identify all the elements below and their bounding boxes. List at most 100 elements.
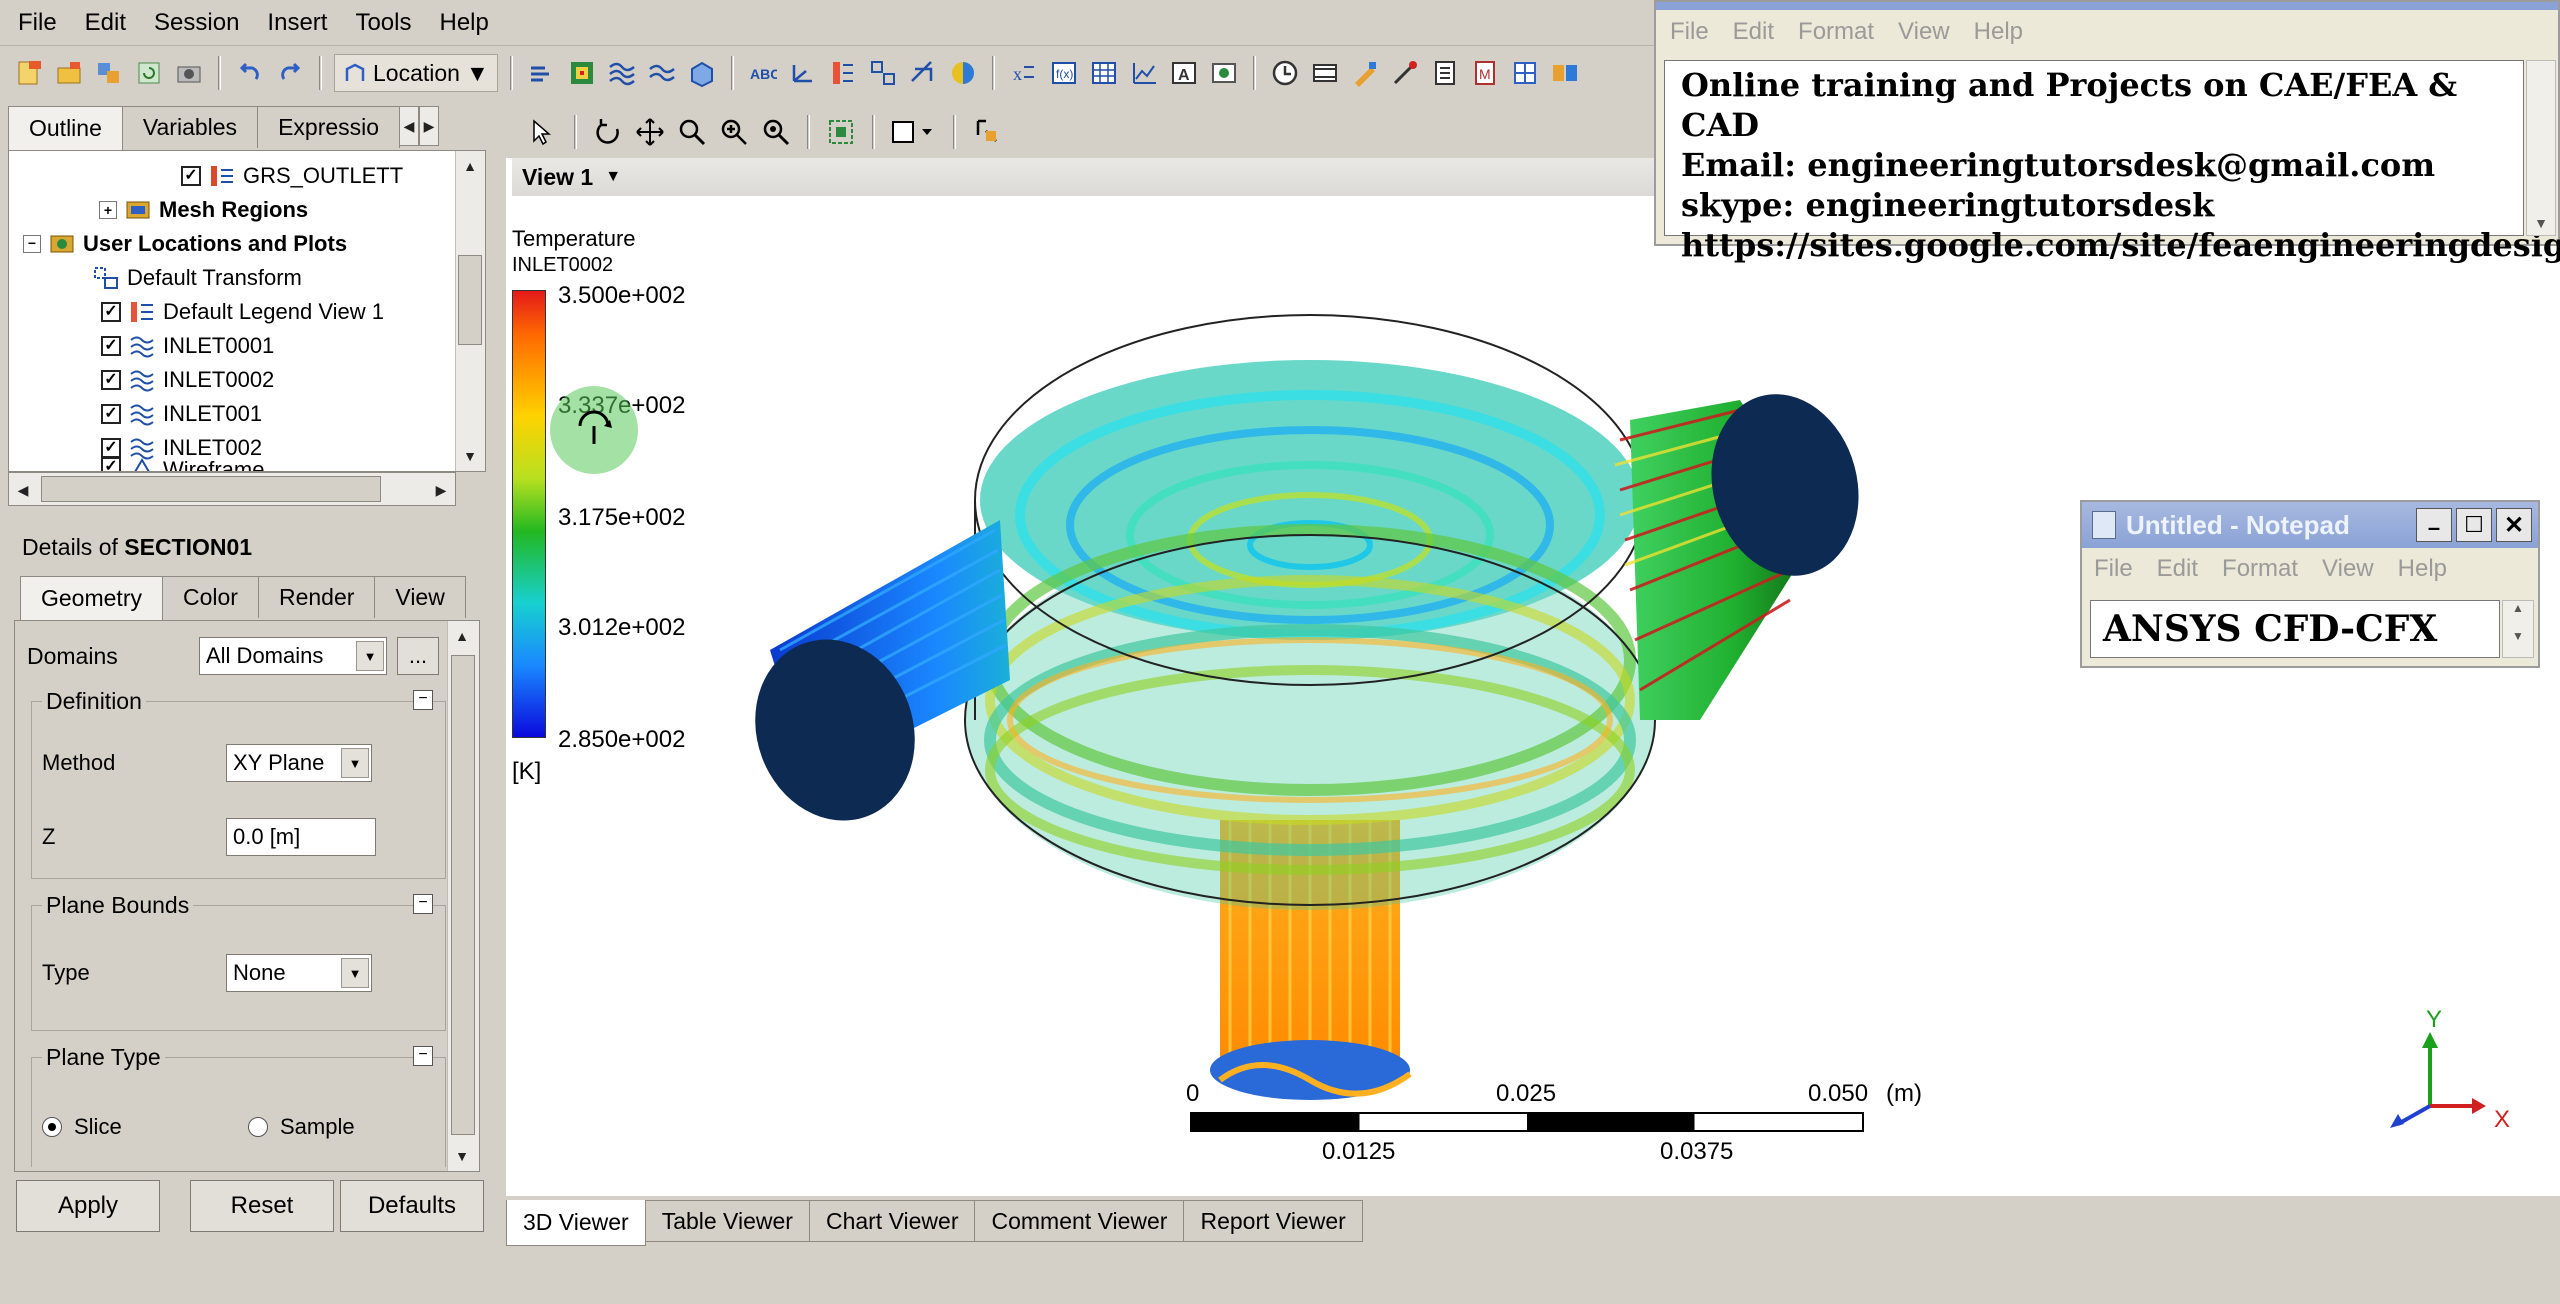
animation-icon[interactable] [1308, 56, 1342, 90]
legend-icon[interactable] [826, 56, 860, 90]
new-icon[interactable] [12, 56, 46, 90]
collapse-icon[interactable]: − [413, 690, 433, 710]
tree-item-inlet001[interactable]: ✓ INLET001 [101, 397, 262, 431]
tab-geometry[interactable]: Geometry [20, 576, 163, 620]
macro-calculator-icon[interactable]: M [1468, 56, 1502, 90]
select-icon[interactable] [526, 115, 560, 149]
type-select[interactable]: None ▼ [226, 954, 372, 992]
expand-icon[interactable]: + [99, 201, 117, 219]
scroll-left-icon[interactable]: ◀ [9, 475, 37, 505]
open-icon[interactable] [52, 56, 86, 90]
zoom-icon[interactable] [675, 115, 709, 149]
menu-file[interactable]: File [4, 9, 71, 37]
tree-item-default-transform[interactable]: Default Transform [93, 261, 302, 295]
scroll-down-icon[interactable]: ▼ [448, 1141, 476, 1171]
tab-variables[interactable]: Variables [121, 106, 259, 148]
case-comparison-icon[interactable] [1548, 56, 1582, 90]
tab-table-viewer[interactable]: Table Viewer [644, 1200, 810, 1242]
rotate-icon[interactable] [591, 115, 625, 149]
zoom-box-icon[interactable] [717, 115, 751, 149]
scroll-right-icon[interactable]: ▶ [427, 475, 455, 505]
pan-icon[interactable] [633, 115, 667, 149]
notepad-scrollbar[interactable]: ▲ ▼ [2502, 600, 2534, 658]
scroll-down-icon[interactable]: ▼ [2527, 215, 2555, 231]
checkbox[interactable]: ✓ [181, 166, 201, 186]
clip-plane-icon[interactable] [906, 56, 940, 90]
z-input[interactable]: 0.0 [m] [226, 818, 376, 856]
notepad-menu-file[interactable]: File [2082, 555, 2145, 583]
checkbox[interactable]: ✓ [101, 370, 121, 390]
maximize-button[interactable]: ☐ [2456, 508, 2492, 542]
probe-icon[interactable] [1388, 56, 1422, 90]
defaults-button[interactable]: Defaults [340, 1180, 484, 1232]
tree-item-wireframe[interactable]: ✓ Wireframe [101, 457, 264, 471]
scroll-up-icon[interactable]: ▲ [448, 621, 476, 651]
checkbox[interactable]: ✓ [101, 457, 121, 471]
tab-color[interactable]: Color [161, 576, 259, 618]
sample-radio[interactable]: Sample [248, 1114, 355, 1140]
variable-icon[interactable]: x [1007, 56, 1041, 90]
chart-icon[interactable] [1127, 56, 1161, 90]
viewport-layout-dropdown[interactable] [889, 115, 939, 149]
collapse-icon[interactable]: − [413, 1046, 433, 1066]
scroll-thumb[interactable] [41, 476, 381, 502]
tab-expressions[interactable]: Expressio [257, 106, 401, 148]
tab-chart-viewer[interactable]: Chart Viewer [808, 1200, 976, 1242]
tab-scroll-left-icon[interactable]: ◀ [399, 106, 420, 146]
highlight-icon[interactable] [824, 115, 858, 149]
tab-3d-viewer[interactable]: 3D Viewer [506, 1200, 646, 1246]
mesh-calculator-icon[interactable] [1508, 56, 1542, 90]
quick-editor-icon[interactable] [1348, 56, 1382, 90]
tree-vertical-scrollbar[interactable]: ▲ ▼ [455, 151, 485, 471]
tree-item-default-legend[interactable]: ✓ Default Legend View 1 [101, 295, 384, 329]
notepad-menu-edit[interactable]: Edit [2145, 555, 2210, 583]
method-select[interactable]: XY Plane ▼ [226, 744, 372, 782]
scroll-up-icon[interactable]: ▲ [2503, 601, 2533, 615]
detach-icon[interactable] [970, 115, 1004, 149]
collapse-icon[interactable]: − [23, 235, 41, 253]
scroll-thumb[interactable] [458, 255, 482, 345]
tab-render[interactable]: Render [257, 576, 376, 618]
function-calculator-icon[interactable] [1428, 56, 1462, 90]
collapse-icon[interactable]: − [413, 894, 433, 914]
screenshot-icon[interactable] [172, 56, 206, 90]
menu-session[interactable]: Session [140, 9, 253, 37]
tree-item-mesh-regions[interactable]: + Mesh Regions [99, 193, 308, 227]
notepad-menu-help[interactable]: Help [1962, 18, 2035, 46]
menu-tools[interactable]: Tools [341, 9, 425, 37]
notepad-menu-format[interactable]: Format [2210, 555, 2310, 583]
notepad-menu-view[interactable]: View [1886, 18, 1962, 46]
tree-item-user-locations[interactable]: − User Locations and Plots [23, 227, 347, 261]
tree-horizontal-scrollbar[interactable]: ◀ ▶ [8, 472, 456, 506]
notepad-text[interactable]: ANSYS CFD-CFX [2090, 600, 2500, 658]
tab-outline[interactable]: Outline [8, 106, 123, 150]
table-icon[interactable] [1087, 56, 1121, 90]
location-dropdown[interactable]: Location ▼ [334, 54, 498, 92]
scroll-down-icon[interactable]: ▼ [2503, 629, 2533, 643]
vector-icon[interactable] [525, 56, 559, 90]
volume-render-icon[interactable] [685, 56, 719, 90]
particle-track-icon[interactable] [645, 56, 679, 90]
close-button[interactable]: ✕ [2496, 508, 2532, 542]
reset-button[interactable]: Reset [190, 1180, 334, 1232]
menu-help[interactable]: Help [425, 9, 502, 37]
instance-transform-icon[interactable] [866, 56, 900, 90]
checkbox[interactable]: ✓ [101, 336, 121, 356]
refresh-icon[interactable] [132, 56, 166, 90]
scroll-thumb[interactable] [451, 655, 475, 1135]
minimize-button[interactable]: – [2416, 508, 2452, 542]
comment-icon[interactable]: A [1167, 56, 1201, 90]
figure-icon[interactable] [1207, 56, 1241, 90]
expression-icon[interactable]: f(x) [1047, 56, 1081, 90]
checkbox[interactable]: ✓ [101, 438, 121, 458]
coordinate-frame-icon[interactable] [786, 56, 820, 90]
scroll-up-icon[interactable]: ▲ [456, 151, 484, 181]
notepad-menu-format[interactable]: Format [1786, 18, 1886, 46]
tab-report-viewer[interactable]: Report Viewer [1183, 1200, 1363, 1242]
undo-icon[interactable] [233, 56, 267, 90]
tab-scroll-right-icon[interactable]: ▶ [419, 106, 440, 146]
color-map-icon[interactable] [946, 56, 980, 90]
menu-insert[interactable]: Insert [253, 9, 341, 37]
redo-icon[interactable] [273, 56, 307, 90]
domains-select[interactable]: All Domains ▼ [199, 637, 387, 675]
